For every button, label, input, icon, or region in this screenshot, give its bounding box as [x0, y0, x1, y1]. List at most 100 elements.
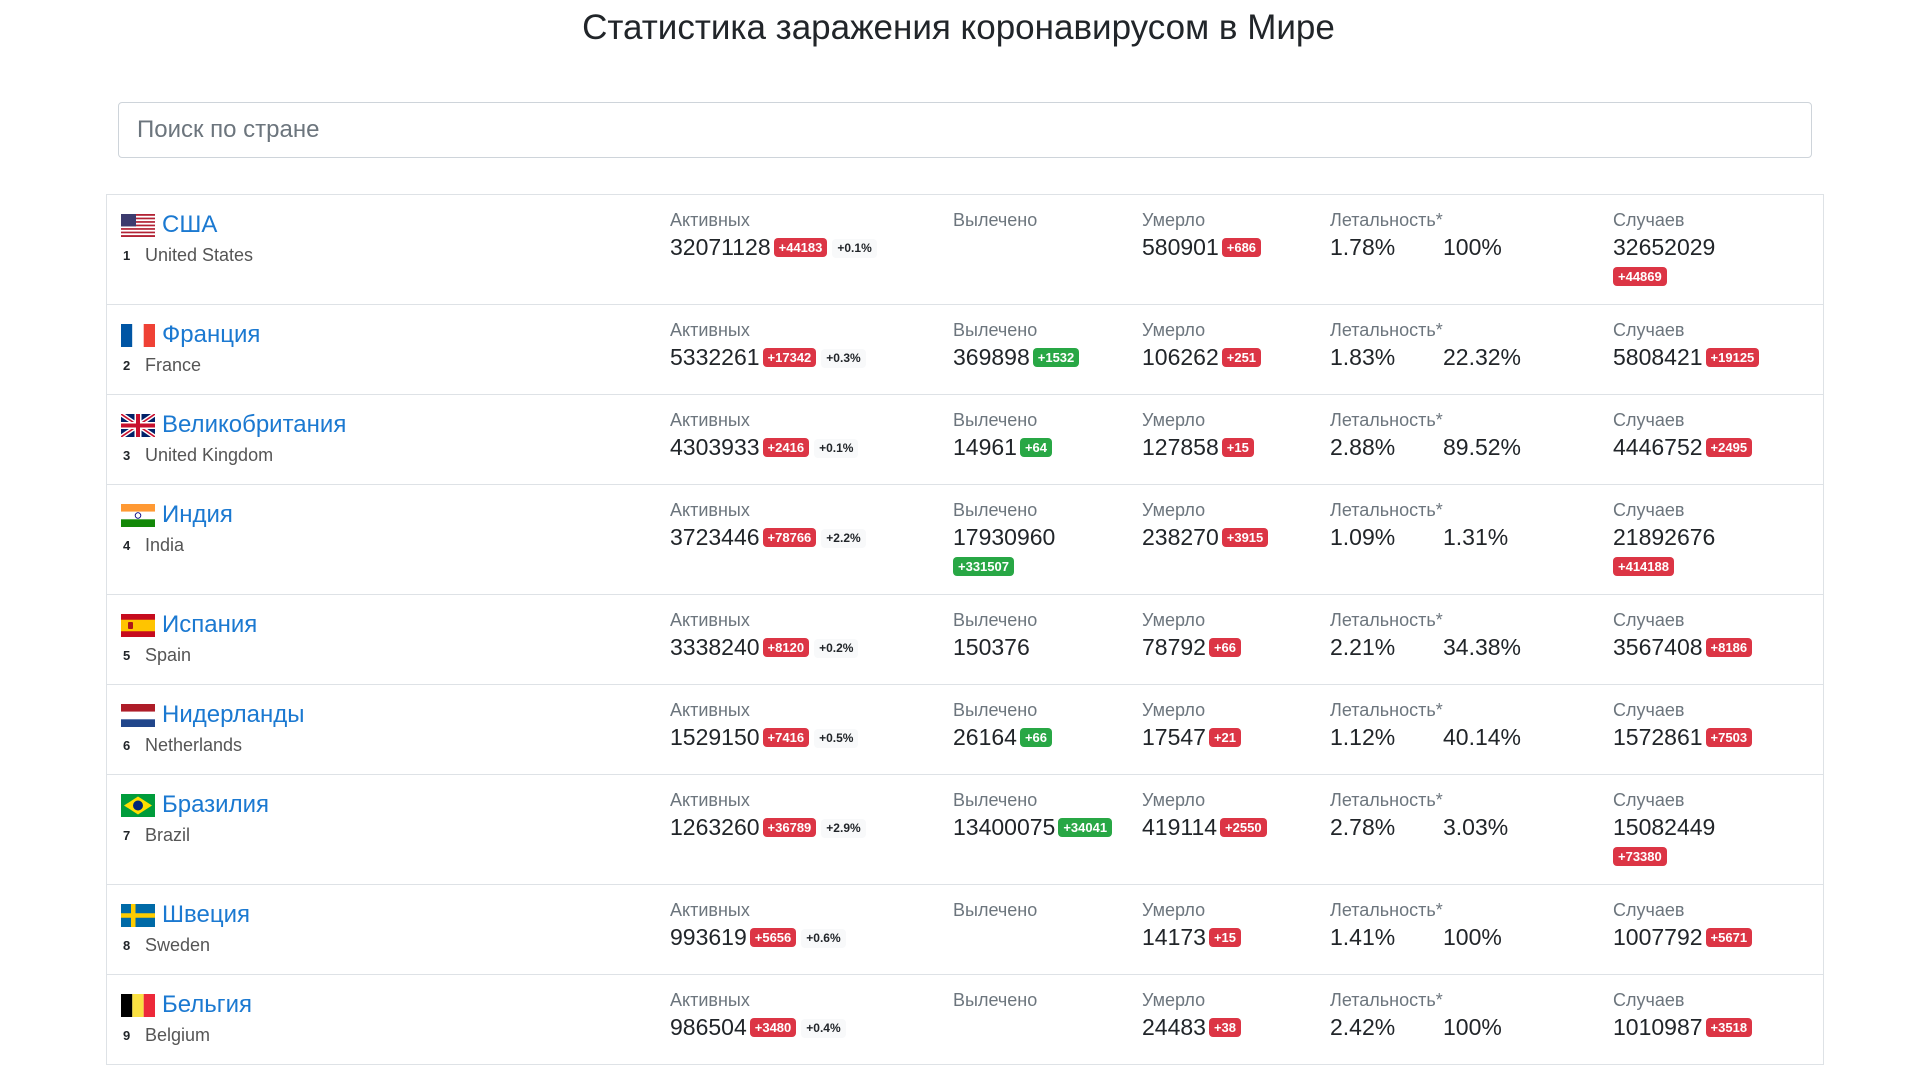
- cases-label: Случаев: [1613, 900, 1685, 920]
- lethality-value: 2.21%: [1330, 634, 1396, 660]
- table-row: Бразилия 7 Brazil Активных 1263260 +36789 +2.9…: [106, 775, 1824, 885]
- lethality-cell: Летальность* 2.78% 3.03%: [1330, 789, 1508, 843]
- cases-label: Случаев: [1613, 610, 1685, 630]
- active-value: 1529150: [670, 724, 760, 750]
- fr-flag-icon: [121, 323, 155, 347]
- lethality-value: 2.88%: [1330, 434, 1396, 460]
- lethality-cell: Летальность* 2.42% 100%: [1330, 989, 1502, 1043]
- lethality-closed-value: 1.31%: [1443, 524, 1509, 550]
- deaths-value: 14173: [1142, 924, 1206, 950]
- recovered-label: Вылечено: [953, 500, 1038, 520]
- country-link[interactable]: Великобритания: [162, 411, 346, 439]
- table-row: Индия 4 India Активных 3723446 +78766 +2.2% Выл…: [106, 485, 1824, 595]
- country-link[interactable]: США: [162, 211, 217, 239]
- deaths-delta-badge: +66: [1208, 638, 1242, 657]
- country-cell: Бразилия 7 Brazil: [121, 791, 269, 846]
- active-value: 4303933: [670, 434, 760, 460]
- recovered-delta-badge: +34041: [1058, 818, 1113, 837]
- table-row: США 1 United States Активных 32071128 +44183 +…: [106, 195, 1824, 305]
- cases-value: 1572861: [1613, 724, 1703, 750]
- country-link[interactable]: Индия: [162, 501, 233, 529]
- cases-label: Случаев: [1613, 320, 1685, 340]
- recovered-value: 150376: [953, 634, 1030, 660]
- lethality-value: 2.78%: [1330, 814, 1396, 840]
- es-flag-icon: [121, 613, 155, 637]
- active-value: 1263260: [670, 814, 760, 840]
- country-link[interactable]: Бразилия: [162, 791, 269, 819]
- lethality-label: Летальность*: [1330, 210, 1443, 230]
- rank-number: 7: [123, 828, 131, 843]
- deaths-delta-badge: +38: [1208, 1018, 1242, 1037]
- deaths-delta-badge: +15: [1221, 438, 1254, 457]
- active-percent-badge: +0.3%: [821, 349, 866, 368]
- cases-label: Случаев: [1613, 410, 1685, 430]
- active-label: Активных: [670, 990, 750, 1010]
- cases-delta-badge: +44869: [1613, 267, 1667, 286]
- nl-flag-icon: [121, 703, 155, 727]
- page-title: Статистика заражения коронавирусом в Мир…: [582, 8, 1335, 47]
- cases-cell: Случаев 1010987 +3518: [1613, 989, 1753, 1043]
- rank-number: 5: [123, 648, 131, 663]
- recovered-label: Вылечено: [953, 900, 1038, 920]
- cases-delta-badge: +8186: [1705, 638, 1753, 657]
- country-link[interactable]: Испания: [162, 611, 257, 639]
- country-cell: Нидерланды 6 Netherlands: [121, 701, 304, 756]
- cases-cell: Случаев 3567408 +8186: [1613, 609, 1753, 663]
- active-value: 986504: [670, 1014, 747, 1040]
- recovered-label: Вылечено: [953, 610, 1038, 630]
- lethality-closed-value: 22.32%: [1443, 344, 1522, 370]
- cases-delta-badge: +2495: [1705, 438, 1753, 457]
- country-link[interactable]: Франция: [162, 321, 260, 349]
- cases-cell: Случаев 15082449 +73380: [1613, 789, 1715, 866]
- lethality-cell: Летальность* 1.83% 22.32%: [1330, 319, 1521, 373]
- lethality-cell: Летальность* 1.12% 40.14%: [1330, 699, 1521, 753]
- deaths-cell: Умерло 580901 +686: [1142, 209, 1262, 263]
- active-cell: Активных 5332261 +17342 +0.3%: [670, 319, 866, 373]
- recovered-value: 14961: [953, 434, 1017, 460]
- recovered-cell: Вылечено 26164 +66: [953, 699, 1053, 753]
- country-link[interactable]: Швеция: [162, 901, 250, 929]
- cases-value: 32652029: [1613, 234, 1716, 260]
- recovered-cell: Вылечено: [953, 989, 1037, 1011]
- lethality-label: Летальность*: [1330, 900, 1443, 920]
- recovered-cell: Вылечено: [953, 899, 1037, 921]
- deaths-label: Умерло: [1142, 990, 1206, 1010]
- recovered-delta-badge: +66: [1019, 728, 1053, 747]
- deaths-delta-badge: +3915: [1221, 528, 1269, 547]
- active-delta-badge: +17342: [762, 348, 817, 367]
- lethality-label: Летальность*: [1330, 410, 1443, 430]
- search-box: [118, 102, 1812, 158]
- active-cell: Активных 3723446 +78766 +2.2%: [670, 499, 866, 553]
- lethality-label: Летальность*: [1330, 320, 1443, 340]
- active-cell: Активных 32071128 +44183 +0.1%: [670, 209, 877, 263]
- deaths-cell: Умерло 106262 +251: [1142, 319, 1262, 373]
- br-flag-icon: [121, 793, 155, 817]
- deaths-delta-badge: +686: [1221, 238, 1262, 257]
- cases-delta-badge: +73380: [1613, 847, 1667, 866]
- country-link[interactable]: Нидерланды: [162, 701, 304, 729]
- deaths-label: Умерло: [1142, 700, 1206, 720]
- recovered-cell: Вылечено: [953, 209, 1037, 231]
- cases-value: 1007792: [1613, 924, 1703, 950]
- active-cell: Активных 986504 +3480 +0.4%: [670, 989, 846, 1043]
- recovered-cell: Вылечено 150376: [953, 609, 1037, 663]
- lethality-cell: Летальность* 2.21% 34.38%: [1330, 609, 1521, 663]
- se-flag-icon: [121, 903, 155, 927]
- active-percent-badge: +0.1%: [814, 439, 859, 458]
- recovered-cell: Вылечено 14961 +64: [953, 409, 1053, 463]
- search-input[interactable]: [118, 102, 1812, 158]
- country-cell: Испания 5 Spain: [121, 611, 257, 666]
- table-row: Нидерланды 6 Netherlands Активных 1529150 +74…: [106, 685, 1824, 775]
- recovered-label: Вылечено: [953, 410, 1038, 430]
- lethality-value: 1.09%: [1330, 524, 1396, 550]
- recovered-label: Вылечено: [953, 790, 1038, 810]
- active-value: 3338240: [670, 634, 760, 660]
- active-value: 993619: [670, 924, 747, 950]
- table-row: Великобритания 3 United Kingdom Активных 430…: [106, 395, 1824, 485]
- active-percent-badge: +0.5%: [814, 729, 859, 748]
- cases-delta-badge: +3518: [1705, 1018, 1753, 1037]
- deaths-cell: Умерло 127858 +15: [1142, 409, 1254, 463]
- country-link[interactable]: Бельгия: [162, 991, 252, 1019]
- cases-delta-badge: +414188: [1613, 557, 1674, 576]
- deaths-label: Умерло: [1142, 500, 1206, 520]
